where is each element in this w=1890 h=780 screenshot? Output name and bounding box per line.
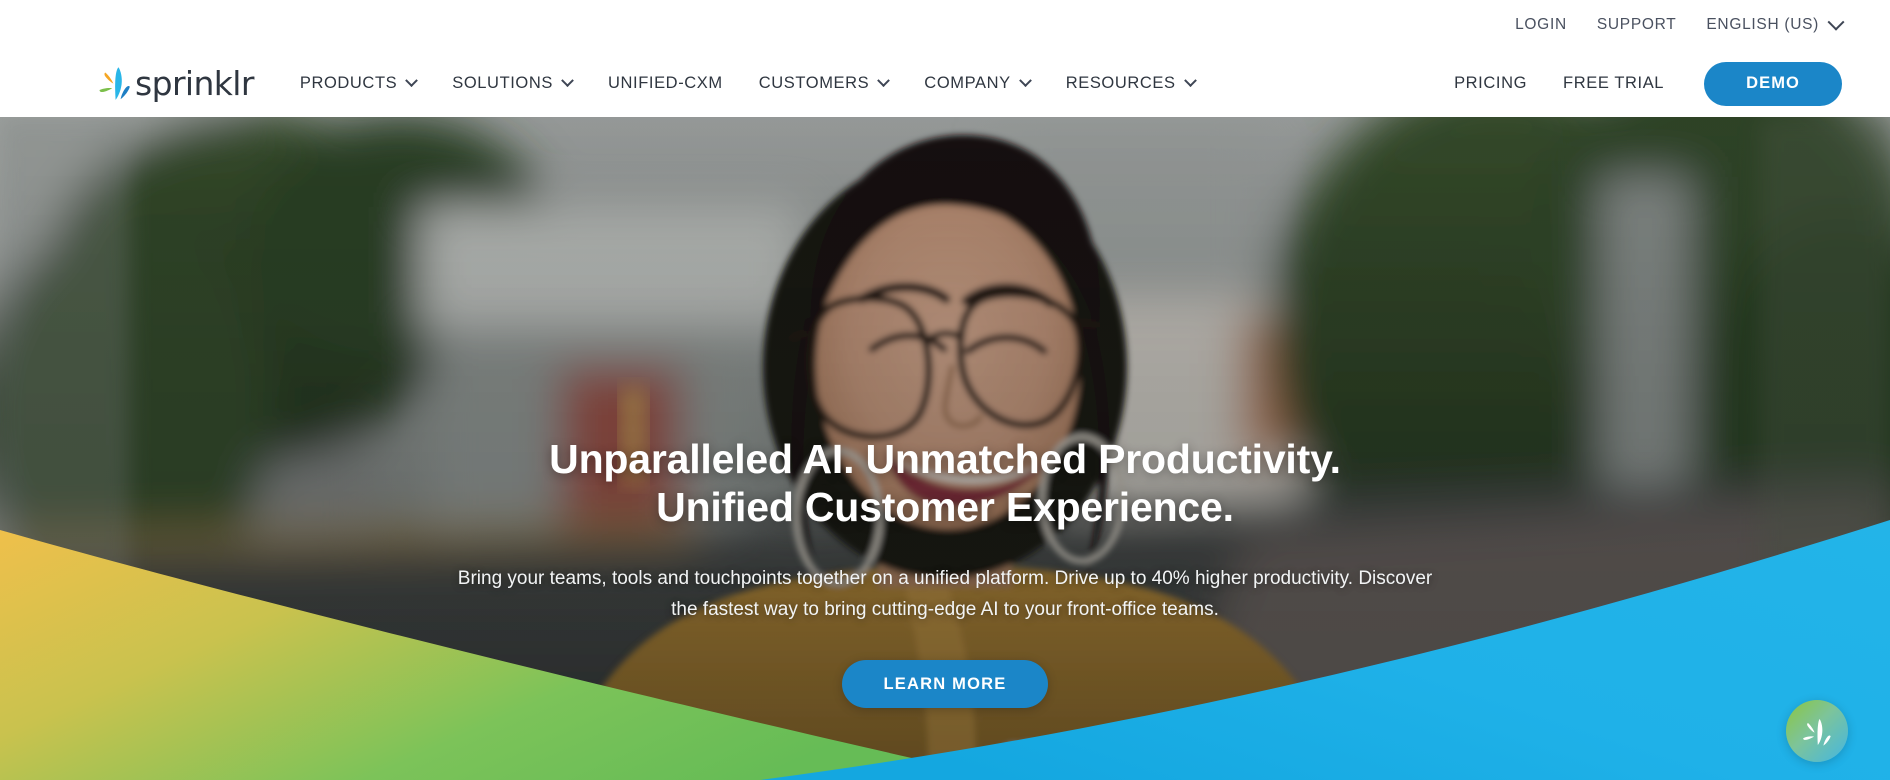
nav-item-unified-cxm-label: UNIFIED-CXM (608, 74, 723, 92)
page-root: LOGIN SUPPORT ENGLISH (US) sprinklr PROD… (0, 0, 1890, 780)
utility-link-login[interactable]: LOGIN (1515, 16, 1567, 34)
chevron-down-icon (1183, 74, 1197, 88)
nav-item-products[interactable]: PRODUCTS (282, 50, 434, 117)
learn-more-button[interactable]: LEARN MORE (841, 660, 1049, 708)
nav-item-free-trial[interactable]: FREE TRIAL (1545, 50, 1682, 117)
sprinklr-splash-logo-icon (1803, 719, 1831, 746)
hero-subtitle: Bring your teams, tools and touchpoints … (457, 568, 1433, 620)
hero-title: Unparalleled AI. Unmatched Productivity.… (549, 435, 1341, 531)
nav-item-customers-label: CUSTOMERS (758, 74, 870, 92)
chevron-down-icon (1827, 13, 1845, 31)
sprinklr-chat-launcher-button[interactable] (1786, 700, 1848, 762)
chevron-down-icon (405, 74, 419, 88)
main-nav-row: sprinklr PRODUCTS SOLUTIONS UNIFIED-CXM … (0, 50, 1890, 117)
hero-title-line-1: Unparalleled AI. Unmatched Productivity. (549, 436, 1341, 482)
language-selector[interactable]: ENGLISH (US) (1706, 13, 1845, 34)
nav-item-company-label: COMPANY (924, 74, 1011, 92)
nav-item-solutions[interactable]: SOLUTIONS (434, 50, 590, 117)
nav-item-pricing[interactable]: PRICING (1436, 50, 1545, 117)
chevron-down-icon (561, 74, 574, 88)
chevron-down-icon (1018, 74, 1032, 88)
secondary-navigation: PRICING FREE TRIAL DEMO (1436, 50, 1890, 117)
chevron-down-icon (877, 74, 891, 88)
site-header: LOGIN SUPPORT ENGLISH (US) sprinklr PROD… (0, 0, 1890, 117)
nav-item-resources[interactable]: RESOURCES (1048, 50, 1213, 117)
hero-content: Unparalleled AI. Unmatched Productivity.… (0, 117, 1890, 780)
language-selector-label: ENGLISH (US) (1706, 16, 1819, 33)
nav-item-customers[interactable]: CUSTOMERS (741, 50, 907, 117)
nav-item-pricing-label: PRICING (1454, 74, 1528, 92)
nav-item-company[interactable]: COMPANY (906, 50, 1047, 117)
nav-item-free-trial-label: FREE TRIAL (1563, 74, 1665, 92)
hero-title-line-2: Unified Customer Experience. (656, 484, 1234, 530)
hero-section: Unparalleled AI. Unmatched Productivity.… (0, 117, 1890, 780)
nav-item-products-label: PRODUCTS (299, 74, 398, 92)
nav-item-solutions-label: SOLUTIONS (452, 74, 553, 92)
brand-name: sprinklr (135, 64, 254, 103)
sprinklr-splash-logo-icon (99, 66, 130, 100)
utility-link-support[interactable]: SUPPORT (1597, 16, 1677, 34)
primary-navigation: PRODUCTS SOLUTIONS UNIFIED-CXM CUSTOMERS… (282, 50, 1213, 117)
nav-item-unified-cxm[interactable]: UNIFIED-CXM (590, 50, 741, 117)
brand-logo-link[interactable]: sprinklr (98, 64, 254, 103)
utility-bar: LOGIN SUPPORT ENGLISH (US) (1515, 0, 1890, 50)
nav-item-resources-label: RESOURCES (1065, 74, 1176, 92)
demo-button[interactable]: DEMO (1704, 61, 1842, 106)
